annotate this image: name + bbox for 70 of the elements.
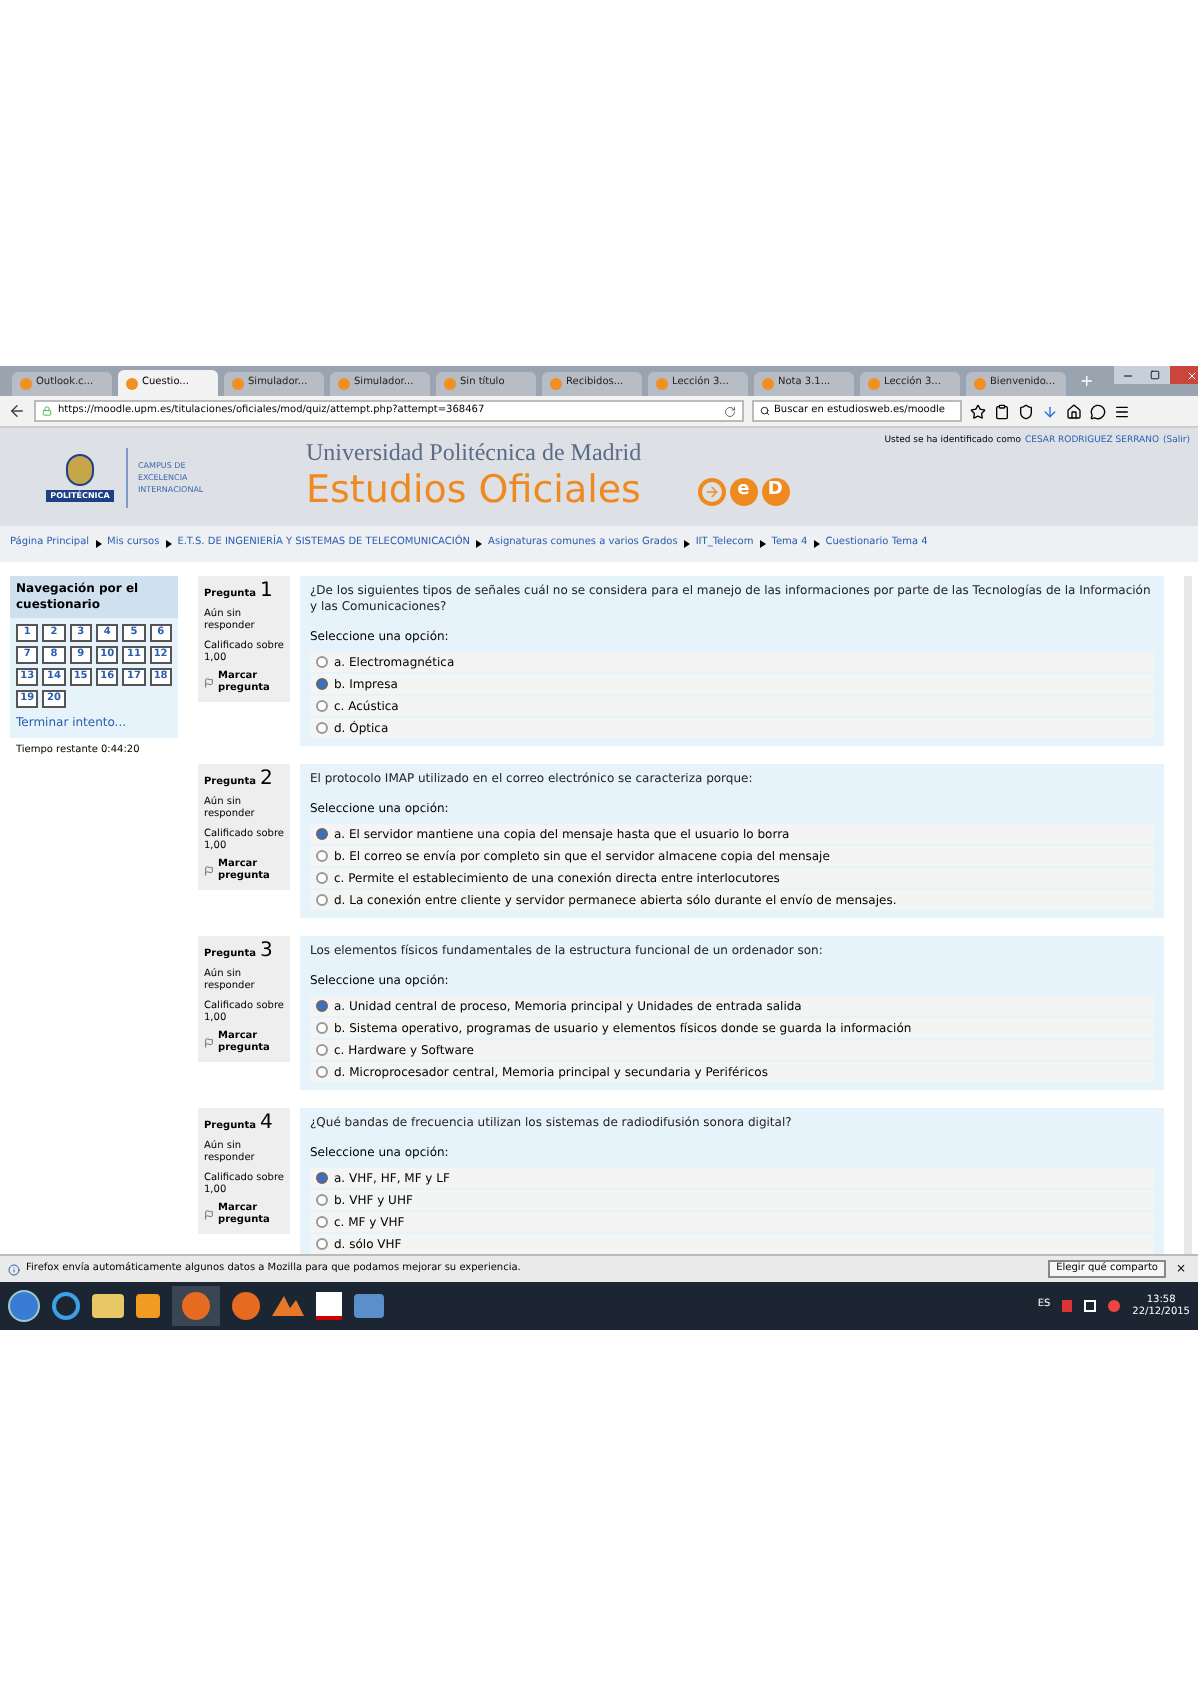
- favicon-icon: [762, 378, 774, 390]
- breadcrumb-separator-icon: [813, 540, 820, 548]
- radio-button[interactable]: [316, 1216, 328, 1228]
- download-icon[interactable]: [1042, 403, 1058, 419]
- radio-button[interactable]: [316, 1194, 328, 1206]
- close-icon: [1185, 369, 1198, 381]
- flag-icon[interactable]: [204, 865, 214, 876]
- volume-icon[interactable]: [1108, 1300, 1121, 1312]
- radio-button[interactable]: [316, 678, 328, 690]
- flag-icon[interactable]: [204, 1209, 214, 1220]
- radio-button[interactable]: [316, 850, 328, 862]
- menu-icon[interactable]: [1114, 403, 1130, 419]
- peak-taskbar-icon[interactable]: [272, 1292, 304, 1320]
- maximize-icon: [1150, 370, 1161, 380]
- search-icon: [760, 406, 770, 416]
- site-title: Estudios Oficiales: [306, 468, 642, 516]
- favicon-icon: [550, 378, 562, 390]
- radio-button[interactable]: [316, 828, 328, 840]
- radio-button[interactable]: [316, 1000, 328, 1012]
- favicon-icon: [868, 378, 880, 390]
- radio-button[interactable]: [316, 1238, 328, 1250]
- favicon-icon: [232, 378, 244, 390]
- radio-button[interactable]: [316, 1066, 328, 1078]
- radio-button[interactable]: [316, 1022, 328, 1034]
- favicon-icon: [444, 378, 456, 390]
- question-number: 4: [259, 1114, 273, 1134]
- question-number: 2: [259, 770, 273, 790]
- back-button[interactable]: [8, 402, 26, 420]
- favicon-icon: [974, 378, 986, 390]
- radio-button[interactable]: [316, 700, 328, 712]
- minimize-icon: [1121, 369, 1134, 381]
- tray-flag-icon[interactable]: [1062, 1300, 1073, 1312]
- media-player-taskbar-icon[interactable]: [136, 1294, 160, 1318]
- question-number: 1: [259, 582, 273, 602]
- logo-letter: e: [729, 477, 758, 505]
- chat-icon[interactable]: [1090, 403, 1106, 419]
- radio-button[interactable]: [316, 894, 328, 906]
- home-icon[interactable]: [1066, 403, 1082, 419]
- logo-letter: D: [761, 477, 790, 505]
- radio-button[interactable]: [316, 722, 328, 734]
- minimize-button[interactable]: [1113, 366, 1142, 384]
- network-icon[interactable]: [1084, 1300, 1097, 1312]
- breadcrumb-separator-icon: [165, 540, 172, 548]
- favicon-icon: [656, 378, 668, 390]
- crest-icon: [66, 453, 94, 485]
- favicon-icon: [338, 378, 350, 390]
- info-icon: [8, 1263, 20, 1275]
- favicon-icon: [126, 377, 138, 389]
- browser-taskbar-icon[interactable]: [52, 1292, 80, 1320]
- maximize-button[interactable]: [1141, 366, 1170, 384]
- breadcrumb-separator-icon: [759, 540, 766, 548]
- radio-button[interactable]: [316, 1044, 328, 1056]
- radio-button[interactable]: [316, 1172, 328, 1184]
- lock-icon: [42, 406, 52, 416]
- breadcrumb-separator-icon: [476, 540, 483, 548]
- pdf-taskbar-icon[interactable]: [316, 1292, 342, 1320]
- breadcrumb-separator-icon: [683, 540, 690, 548]
- breadcrumb-separator-icon: [95, 540, 102, 548]
- favicon-icon: [20, 378, 32, 390]
- radio-button[interactable]: [316, 872, 328, 884]
- start-button[interactable]: [8, 1290, 40, 1322]
- bookmark-star-icon[interactable]: [970, 403, 986, 419]
- reload-icon[interactable]: [724, 405, 736, 417]
- shield-icon[interactable]: [1018, 403, 1034, 419]
- flag-icon[interactable]: [204, 677, 214, 688]
- flag-icon[interactable]: [204, 1037, 214, 1048]
- radio-button[interactable]: [316, 656, 328, 668]
- question-number: 3: [259, 942, 273, 962]
- clipboard-icon[interactable]: [994, 403, 1010, 419]
- university-name: Universidad Politécnica de Madrid: [306, 438, 642, 469]
